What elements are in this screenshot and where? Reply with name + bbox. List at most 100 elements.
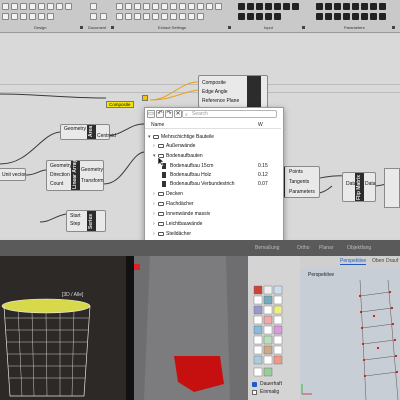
offscreen-component[interactable]	[384, 168, 400, 208]
tool-icon[interactable]	[316, 3, 323, 10]
tool-icon[interactable]	[283, 3, 290, 10]
output-parameters[interactable]: Parameters	[289, 189, 315, 195]
tool-icon[interactable]	[197, 3, 204, 10]
chevron-down-icon[interactable]: ▾	[148, 134, 151, 140]
output-geometry[interactable]: Geometry	[81, 167, 103, 173]
tool-icon[interactable]	[197, 13, 204, 20]
stamp-icon[interactable]: ▭	[147, 110, 155, 118]
tool-icon[interactable]	[316, 13, 323, 20]
tool-icon[interactable]	[361, 13, 368, 20]
tree-row-root[interactable]: ▾ Mehrschichtige Bauteile	[145, 133, 281, 142]
tool-icon[interactable]	[2, 13, 9, 20]
tool-icon[interactable]	[125, 13, 132, 20]
tool-icon[interactable]	[56, 3, 63, 10]
tree-row-folder[interactable]: › Innenwände massiv	[145, 210, 281, 219]
linear-array-component[interactable]: Geometry Direction Count Linear Array Ge…	[46, 160, 104, 191]
input-reference-plane[interactable]: Reference Plane	[202, 98, 239, 104]
chevron-right-icon[interactable]: ›	[153, 143, 155, 149]
tab-ortho[interactable]: Ortho	[294, 243, 313, 253]
delete-icon[interactable]: ✕	[174, 110, 182, 118]
tool-icon[interactable]	[334, 13, 341, 20]
tool-icon[interactable]	[206, 3, 213, 10]
tool-icon[interactable]	[361, 3, 368, 10]
chevron-right-icon[interactable]: ›	[153, 211, 155, 217]
chevron-right-icon[interactable]: ›	[153, 231, 155, 237]
tool-icon[interactable]	[29, 13, 36, 20]
tool-icon[interactable]	[29, 3, 36, 10]
input-step[interactable]: Step	[70, 221, 80, 227]
viewport-perspektive[interactable]: Perspektive Oben Drauf Perspektive	[300, 256, 400, 400]
tool-icon[interactable]	[143, 13, 150, 20]
series-component[interactable]: Start Step Series	[66, 210, 106, 232]
chevron-down-icon[interactable]: ▾	[153, 153, 156, 159]
tool-icon[interactable]	[188, 13, 195, 20]
undo-icon[interactable]: ↶	[156, 110, 164, 118]
chevron-right-icon[interactable]: ›	[153, 221, 155, 227]
tool-icon[interactable]	[352, 3, 359, 10]
tool-icon[interactable]	[90, 3, 97, 10]
input-count[interactable]: Count	[50, 181, 63, 187]
output-points[interactable]: Points	[289, 169, 303, 175]
tree-row-item[interactable]: Bodenaufbau 15cm 0.15	[145, 162, 281, 171]
tree-row-item[interactable]: Bodenaufbau Verbundestrich 0.07	[145, 180, 281, 189]
tool-icon[interactable]	[38, 13, 45, 20]
tool-icon[interactable]	[256, 13, 263, 20]
output-data[interactable]: Data	[365, 181, 376, 187]
tool-icon[interactable]	[370, 13, 377, 20]
tool-icon[interactable]	[161, 13, 168, 20]
tree-row-folder[interactable]: › Decken	[145, 190, 281, 199]
tree-row-item[interactable]: Bodenaufbau Holz 0.12	[145, 171, 281, 180]
checkbox-checked-icon[interactable]	[252, 382, 257, 387]
tree-row-folder[interactable]: › Steildächer	[145, 230, 281, 239]
tool-icon[interactable]	[170, 3, 177, 10]
tool-icon[interactable]	[238, 13, 245, 20]
tool-icon[interactable]	[256, 3, 263, 10]
tool-icon[interactable]	[343, 13, 350, 20]
tool-icon[interactable]	[352, 13, 359, 20]
search-input[interactable]: ⌕ Search	[182, 110, 277, 118]
tree-row-folder[interactable]: › Flachdächer	[145, 200, 281, 209]
output-centroid[interactable]: Centroid	[97, 133, 116, 139]
tool-icon[interactable]	[116, 13, 123, 20]
group-dropdown-icon[interactable]	[228, 26, 231, 29]
output-tangents[interactable]: Tangents	[289, 179, 309, 185]
redo-icon[interactable]: ↷	[165, 110, 173, 118]
tool-icon[interactable]	[47, 13, 54, 20]
chevron-right-icon[interactable]: ›	[153, 201, 155, 207]
tool-icon[interactable]	[325, 13, 332, 20]
tool-icon[interactable]	[238, 3, 245, 10]
chevron-right-icon[interactable]: ›	[153, 191, 155, 197]
tab-bemassung[interactable]: Bemaßung	[252, 243, 282, 253]
tool-icon[interactable]	[247, 13, 254, 20]
viewport-render[interactable]	[134, 256, 248, 400]
tool-icon[interactable]	[179, 3, 186, 10]
tool-icon[interactable]	[292, 3, 299, 10]
tool-icon[interactable]	[143, 3, 150, 10]
checkbox-icon[interactable]	[252, 390, 257, 395]
tool-icon[interactable]	[47, 3, 54, 10]
viewport-3d-alle[interactable]: [3D / Alle]	[0, 256, 126, 400]
area-component[interactable]: Geometry Area Centroid	[60, 124, 116, 140]
tool-icon[interactable]	[38, 3, 45, 10]
tool-icon[interactable]	[274, 13, 281, 20]
tool-icon[interactable]	[188, 3, 195, 10]
tool-icon[interactable]	[161, 3, 168, 10]
tool-icon[interactable]	[100, 13, 107, 20]
input-direction[interactable]: Direction	[50, 172, 70, 178]
group-dropdown-icon[interactable]	[111, 26, 114, 29]
tool-icon[interactable]	[134, 13, 141, 20]
composite-component[interactable]: Composite Edge Angle Reference Plane	[198, 75, 268, 108]
tool-icon[interactable]	[325, 3, 332, 10]
tool-icon[interactable]	[274, 3, 281, 10]
tool-icon[interactable]	[20, 13, 27, 20]
tool-icon[interactable]	[170, 13, 177, 20]
tool-icon[interactable]	[125, 3, 132, 10]
tool-icon[interactable]	[379, 13, 386, 20]
tool-icon[interactable]	[11, 3, 18, 10]
tool-icon[interactable]	[343, 3, 350, 10]
tree-row-folder[interactable]: ▾ Bodenaufbauten	[145, 152, 281, 161]
tool-icon[interactable]	[65, 3, 72, 10]
composite-param[interactable]: Composite	[106, 101, 134, 108]
tool-icon[interactable]	[334, 3, 341, 10]
tool-icon[interactable]	[370, 3, 377, 10]
